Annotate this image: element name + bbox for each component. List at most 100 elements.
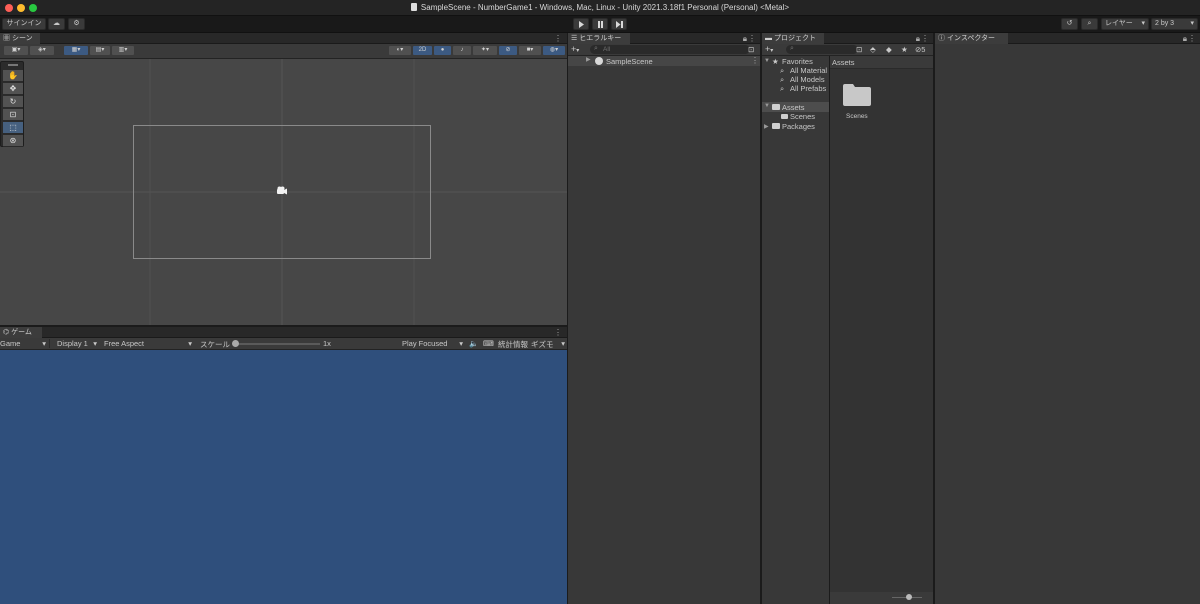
scale-slider[interactable] [232,340,320,347]
play-mode-dropdown[interactable]: Play Focused ▾ [402,339,465,348]
lighting-toggle[interactable]: ● [434,46,451,55]
create-asset-dropdown[interactable]: +▾ [765,44,773,54]
more-icon[interactable]: ⋮ [554,34,562,43]
pivot-dropdown[interactable]: ◈▾ [30,46,54,55]
lock-icon[interactable]: 🔒︎ [1183,34,1187,44]
project-search-input[interactable]: ⌕ [786,45,858,54]
mute-audio-button[interactable]: 🔈 [469,339,478,348]
hidden-packages-button[interactable]: ⊘5 [915,45,925,54]
project-tabbar: ▬ プロジェクト 🔒︎ ⋮ [762,33,933,44]
rotate-tool-button[interactable]: ↻ [3,96,23,108]
speaker-icon: 🔈 [469,339,479,348]
scale-icon: ⊡ [9,110,17,119]
type-filter-button[interactable]: ⬘ [870,45,876,54]
scene-tabbar: ▦ シーン ⋮ [0,33,567,44]
star-icon: ★ [901,45,908,54]
tab-project[interactable]: ▬ プロジェクト [762,33,824,44]
tab-hierarchy[interactable]: ☰ ヒエラルキー [568,33,630,44]
hierarchy-tab-label: ヒエラルキー [579,35,622,42]
icon-size-slider-thumb[interactable] [906,594,912,600]
shortcuts-button[interactable]: ⌨ [483,339,494,348]
draw-mode-dropdown[interactable]: ◐▾ [389,46,411,55]
lock-icon[interactable]: 🔒︎ [743,34,747,44]
tool-handle-dropdown[interactable]: ▣▾ [4,46,28,55]
align-dropdown[interactable]: ▥▾ [112,46,134,55]
chevron-down-icon: ▾ [1141,20,1145,27]
gizmos-dropdown[interactable]: ◍▾ [543,46,565,55]
game-gizmos-dropdown[interactable]: ギズモ ▾ [531,339,567,350]
display-dropdown[interactable]: Display 1 ▾ [57,339,100,348]
search-placeholder: All [603,46,611,53]
scale-tool-button[interactable]: ⊡ [3,109,23,121]
aspect-dropdown[interactable]: Free Aspect ▾ [104,339,195,348]
rect-tool-button[interactable]: ⬚ [3,122,23,134]
layout-label: 2 by 3 [1155,20,1175,27]
transform-tool-button[interactable]: ⊛ [3,135,23,147]
cloud-button[interactable]: ☁ [48,18,65,30]
increment-snap-dropdown[interactable]: ▤▾ [90,46,110,55]
play-button[interactable] [573,18,589,30]
breadcrumb-item[interactable]: Assets [832,58,855,67]
scale-slider-thumb[interactable] [232,340,239,347]
more-icon[interactable]: ⋮ [921,34,929,43]
more-icon[interactable]: ⋮ [1188,34,1196,43]
eye-slash-icon: ⊘ [505,47,511,53]
move-tool-button[interactable]: ✥ [3,83,23,95]
tree-item-scenes[interactable]: Scenes [790,112,815,121]
search-button[interactable]: ⌕ [1081,18,1098,30]
lock-icon[interactable]: 🔒︎ [916,34,920,44]
expand-arrow-icon[interactable]: ▶ [764,123,769,130]
tab-scene[interactable]: ▦ シーン [0,33,40,44]
tree-item-packages[interactable]: Packages [782,122,815,131]
hand-tool-button[interactable]: ✋ [3,70,23,82]
pause-button[interactable] [592,18,608,30]
more-icon[interactable]: ⋮ [748,34,756,43]
favorite-filter-button[interactable]: ★ [901,45,908,54]
effects-dropdown[interactable]: ✦▾ [473,46,497,55]
hierarchy-toolbar: +▾ ⌕ All ⊡ [568,44,760,56]
layers-dropdown[interactable]: レイヤー ▾ [1101,18,1149,30]
keyboard-icon: ⌨ [483,339,494,348]
assets-label: Assets [782,103,805,112]
tab-game[interactable]: ⌬ ゲーム [0,327,42,338]
layout-dropdown[interactable]: 2 by 3 ▾ [1151,18,1198,30]
folder-icon [772,123,780,129]
audio-toggle[interactable]: ♪ [453,46,471,55]
history-button[interactable]: ↺ [1061,18,1078,30]
collab-button[interactable]: ⚙ [68,18,85,30]
more-icon[interactable]: ⋮ [554,328,562,337]
favorite-item[interactable]: All Models [790,75,825,84]
tree-item-assets[interactable]: ▼ Assets [762,102,829,112]
expand-arrow-icon[interactable]: ▼ [764,103,770,109]
favorite-item[interactable]: All Prefabs [790,84,826,93]
stats-button[interactable]: 統計情報 [498,339,528,350]
hidden-objects-toggle[interactable]: ⊘ [499,46,517,55]
hierarchy-search-input[interactable]: ⌕ All [590,45,750,54]
tab-inspector[interactable]: ⓘ インスペクター [935,33,1008,44]
favorite-item[interactable]: All Material [790,66,827,75]
search-mode-button[interactable]: ⊡ [856,45,862,54]
audio-icon: ♪ [460,47,464,53]
label-filter-button[interactable]: ◆ [886,45,892,54]
step-button[interactable] [611,18,627,30]
game-view-dropdown[interactable]: Game ▾ [0,339,50,348]
camera-gizmo-icon[interactable] [276,186,288,196]
expand-arrow-icon[interactable]: ▶ [586,56,591,63]
create-dropdown[interactable]: +▾ [571,44,579,54]
hierarchy-row[interactable]: ▶ SampleScene ⋮ [568,56,760,66]
search-by-type-button[interactable]: ⊡ [748,45,754,54]
toggle-2d-button[interactable]: 2D [413,46,432,55]
game-viewport[interactable] [0,350,567,604]
title-bar: SampleScene - NumberGame1 - Windows, Mac… [0,0,1200,16]
expand-arrow-icon[interactable]: ▼ [764,58,770,64]
game-tabbar: ⌬ ゲーム ⋮ [0,327,567,338]
favorites-label[interactable]: Favorites [782,57,813,66]
grid-snap-dropdown[interactable]: ▦▾ [64,46,88,55]
folder-icon[interactable] [843,84,871,106]
more-icon[interactable]: ⋮ [751,56,759,65]
signin-button[interactable]: サインイン [2,18,46,30]
drag-handle[interactable] [8,64,18,66]
scene-viewport[interactable]: ✋ ✥ ↻ ⊡ ⬚ ⊛ [0,59,567,325]
camera-dropdown[interactable]: ■▾ [519,46,541,55]
icon-size-slider[interactable] [892,594,922,600]
